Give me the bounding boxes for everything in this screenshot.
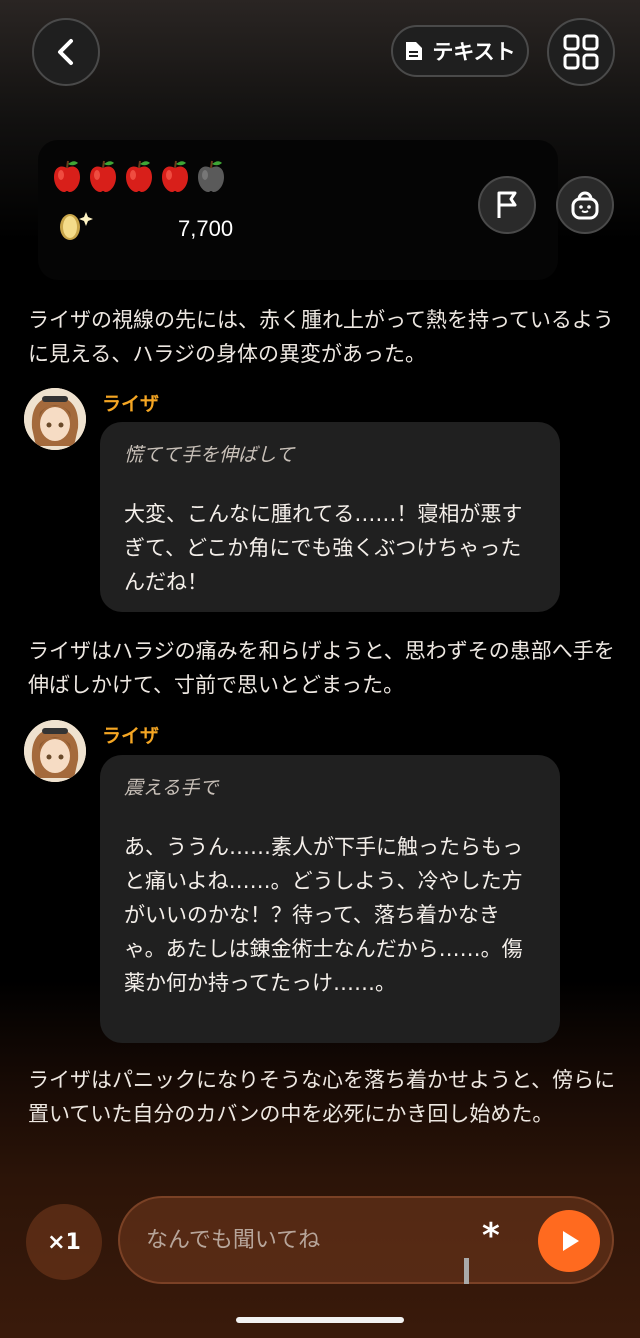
- action-text: 震える手で: [124, 777, 219, 799]
- suggestion-button[interactable]: *: [482, 1216, 500, 1256]
- menu-button[interactable]: [547, 18, 615, 86]
- text-mode-button[interactable]: テキスト: [391, 25, 529, 77]
- narration-text: ライザはパニックになりそうな心を落ち着かせようと、傍らに置いていた自分のカバンの…: [28, 1068, 616, 1126]
- apple-full-icon: [88, 158, 118, 194]
- flag-icon: [497, 191, 517, 218]
- speaker-name: ライザ: [102, 725, 160, 747]
- top-bar: テキスト: [0, 0, 640, 110]
- send-button[interactable]: [538, 1210, 600, 1272]
- message-bubble: 慌てて手を伸ばして 大変、こんなに腫れてる……！寝相が悪すぎて、どこか角にでも強…: [100, 422, 560, 612]
- home-indicator: [236, 1317, 404, 1323]
- play-icon: [563, 1231, 579, 1251]
- apple-full-icon: [52, 158, 82, 194]
- narration-text: ライザはハラジの痛みを和らげようと、思わずその患部へ手を伸ばしかけて、寸前で思い…: [28, 639, 615, 697]
- avatar[interactable]: [24, 720, 86, 782]
- coin-icon: [56, 208, 96, 242]
- speaker-name: ライザ: [102, 393, 160, 415]
- speech-text: 大変、こんなに腫れてる……！寝相が悪すぎて、どこか角にでも強くぶつけちゃったんだ…: [124, 502, 523, 594]
- apple-full-icon: [160, 158, 190, 194]
- message-bubble: 震える手で あ、ううん……素人が下手に触ったらもっと痛いよね……。どうしよう、冷…: [100, 755, 560, 1043]
- bag-button[interactable]: [556, 176, 614, 234]
- apple-meter: [52, 158, 226, 194]
- speed-button[interactable]: ×1: [26, 1204, 102, 1280]
- grid-icon: [563, 34, 599, 70]
- action-text: 慌てて手を伸ばして: [124, 444, 295, 466]
- report-button[interactable]: [478, 176, 536, 234]
- composer-bar: ×1 *: [0, 1190, 640, 1338]
- apple-full-icon: [124, 158, 154, 194]
- message-input[interactable]: [146, 1218, 446, 1262]
- message-input-wrapper: *: [118, 1196, 614, 1284]
- text-mode-label: テキスト: [432, 40, 516, 64]
- bag-icon: [571, 191, 599, 220]
- back-button[interactable]: [32, 18, 100, 86]
- apple-empty-icon: [196, 158, 226, 194]
- narration-text: ライザの視線の先には、赤く腫れ上がって熱を持っているように見える、ハラジの身体の…: [28, 308, 614, 366]
- scroll-indicator: [464, 1258, 469, 1284]
- chevron-left-icon: [58, 39, 73, 65]
- avatar[interactable]: [24, 388, 86, 450]
- coin-count: 7,700: [178, 216, 234, 241]
- speech-text: あ、ううん……素人が下手に触ったらもっと痛いよね……。どうしよう、冷やした方がい…: [124, 835, 523, 995]
- document-icon: [406, 42, 423, 60]
